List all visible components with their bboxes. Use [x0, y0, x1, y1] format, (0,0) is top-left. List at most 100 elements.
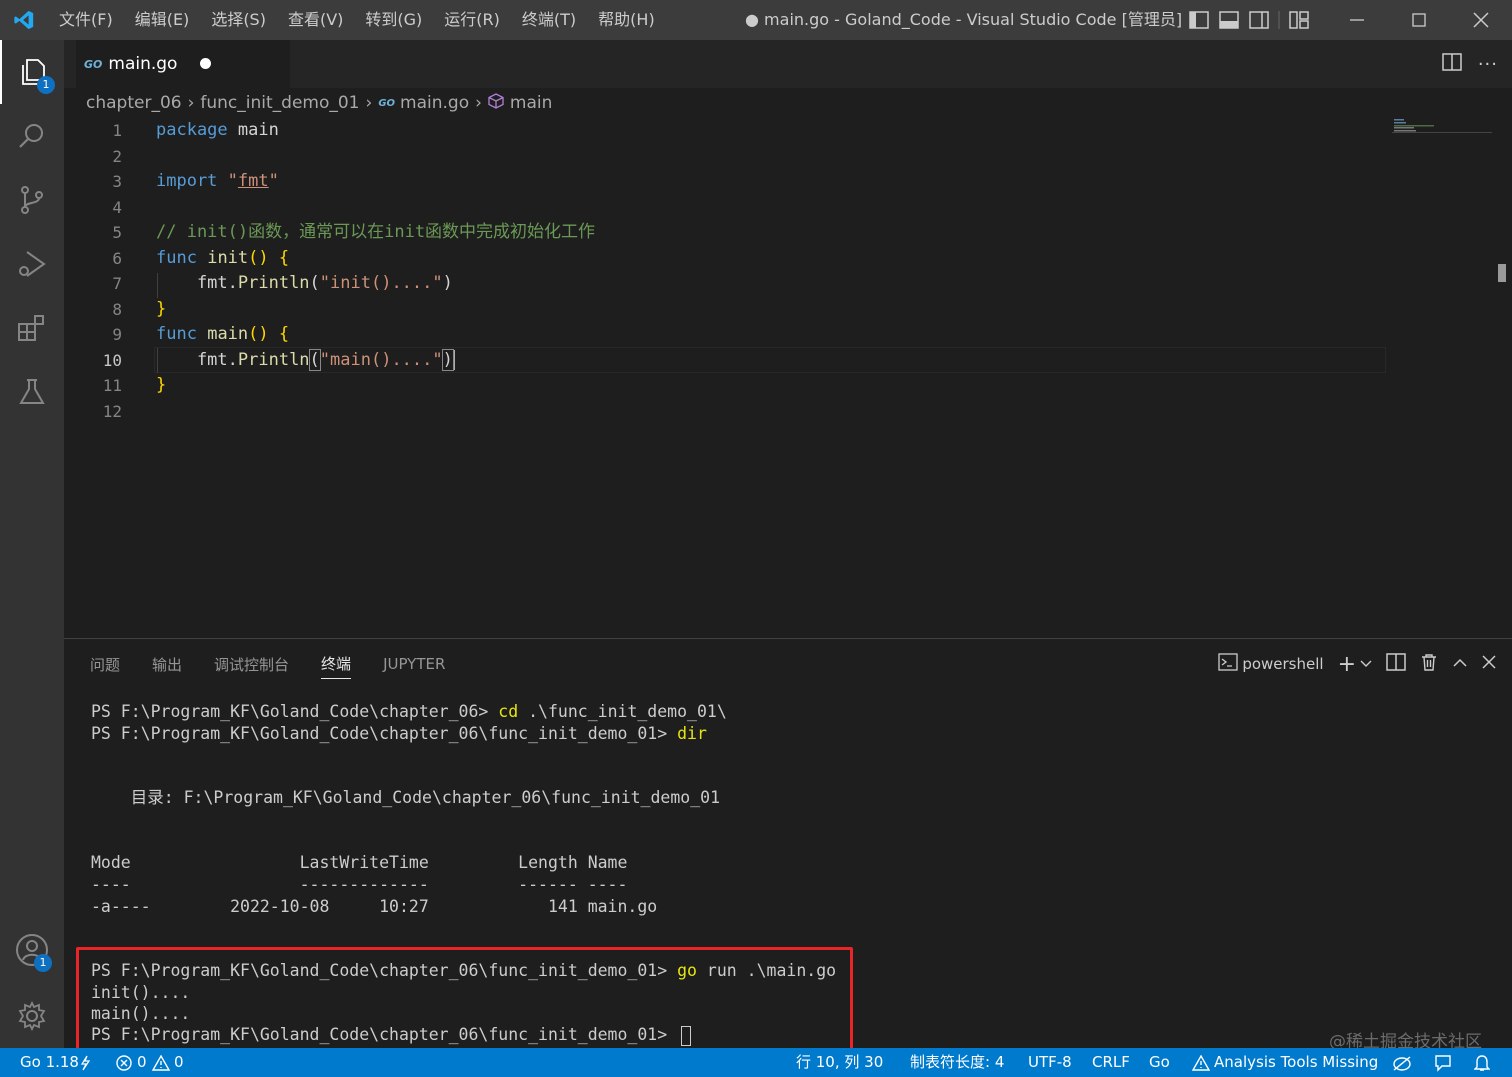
- menu-help[interactable]: 帮助(H): [587, 0, 666, 40]
- breadcrumb-folder-demo[interactable]: func_init_demo_01: [200, 93, 359, 113]
- explorer-badge: 1: [37, 76, 55, 94]
- terminal-shell-label[interactable]: powershell: [1242, 655, 1323, 673]
- menu-run[interactable]: 运行(R): [433, 0, 511, 40]
- editor-tab-bar: GO main.go ···: [64, 40, 1512, 88]
- code-line-9: func main() {: [156, 324, 290, 344]
- search-icon[interactable]: [0, 104, 64, 168]
- terminal-dir-line: 目录: F:\Program_KF\Goland_Code\chapter_06…: [91, 788, 721, 807]
- menu-view[interactable]: 查看(V): [277, 0, 354, 40]
- tab-output[interactable]: 输出: [152, 654, 182, 679]
- minimize-button[interactable]: [1326, 0, 1388, 40]
- terminal-table-dashes: ---- ------------- ------ ----: [91, 875, 628, 894]
- terminal-line: PS F:\Program_KF\Goland_Code\chapter_06\…: [91, 723, 707, 745]
- chevron-right-icon: ›: [365, 93, 373, 113]
- code-line-5-comment: // init()函数，通常可以在init函数中完成初始化工作: [156, 222, 596, 242]
- close-panel-icon[interactable]: [1482, 655, 1496, 673]
- line-number: 1: [112, 121, 122, 140]
- source-control-icon[interactable]: [0, 168, 64, 232]
- activity-bar: 1 1: [0, 40, 64, 1048]
- line-number-active: 10: [102, 350, 122, 370]
- terminal-command: cd: [498, 702, 519, 721]
- breadcrumb-symbol[interactable]: main: [510, 93, 552, 113]
- tab-jupyter[interactable]: JUPYTER: [383, 655, 445, 677]
- terminal-line: PS F:\Program_KF\Goland_Code\chapter_06>…: [91, 701, 727, 723]
- chevron-right-icon: ›: [475, 93, 482, 113]
- menu-bar: 文件(F) 编辑(E) 选择(S) 查看(V) 转到(G) 运行(R) 终端(T…: [48, 0, 666, 40]
- window-title: ● main.go - Goland_Code - Visual Studio …: [745, 10, 1183, 29]
- code-line-8: }: [156, 298, 167, 319]
- status-bar: Go 1.18 0 0 行 10, 列 30 制表符长度: 4 UTF-8 CR…: [0, 1048, 1512, 1077]
- status-language[interactable]: Go: [1149, 1048, 1170, 1077]
- code-line-6: func init() {: [156, 247, 290, 268]
- explorer-icon[interactable]: 1: [0, 40, 64, 104]
- status-eol[interactable]: CRLF: [1092, 1048, 1130, 1077]
- tab-terminal[interactable]: 终端: [321, 653, 352, 679]
- status-go-version[interactable]: Go 1.18: [20, 1048, 79, 1077]
- status-cursor-position[interactable]: 行 10, 列 30: [796, 1048, 883, 1077]
- tab-debug-console[interactable]: 调试控制台: [214, 654, 289, 679]
- line-number: 9: [112, 325, 122, 344]
- terminal-shell-icon: [1218, 653, 1238, 675]
- status-analysis-tools[interactable]: Analysis Tools Missing: [1214, 1048, 1378, 1077]
- customize-layout-icon[interactable]: [1284, 0, 1314, 40]
- line-number: 11: [102, 376, 122, 395]
- chevron-down-icon[interactable]: [1360, 655, 1372, 673]
- analysis-warning-icon[interactable]: [1191, 1048, 1211, 1077]
- tab-label: main.go: [108, 54, 178, 74]
- more-actions-icon[interactable]: ···: [1478, 54, 1498, 75]
- line-number: 7: [112, 274, 122, 293]
- accounts-icon[interactable]: 1: [0, 918, 64, 982]
- lightning-icon[interactable]: [80, 1048, 91, 1077]
- new-terminal-plus-icon[interactable]: +: [1338, 652, 1356, 677]
- extensions-icon[interactable]: [0, 296, 64, 360]
- menu-selection[interactable]: 选择(S): [200, 0, 277, 40]
- testing-icon[interactable]: [0, 360, 64, 424]
- status-warnings-count[interactable]: 0: [174, 1048, 184, 1077]
- tab-main-go[interactable]: GO main.go: [76, 40, 290, 88]
- terminal-command: dir: [677, 724, 707, 743]
- menu-go[interactable]: 转到(G): [354, 0, 433, 40]
- go-file-icon: GO: [378, 97, 396, 109]
- toggle-primary-sidebar-icon[interactable]: [1184, 0, 1214, 40]
- feedback-icon[interactable]: [1434, 1048, 1452, 1077]
- line-number: 2: [112, 146, 122, 166]
- menu-file[interactable]: 文件(F): [48, 0, 124, 40]
- accounts-badge: 1: [34, 954, 52, 972]
- manage-gear-icon[interactable]: [0, 984, 64, 1048]
- status-errors-count[interactable]: 0: [137, 1048, 147, 1077]
- unsaved-dot-icon[interactable]: [200, 58, 211, 69]
- status-encoding[interactable]: UTF-8: [1028, 1048, 1072, 1077]
- run-debug-icon[interactable]: [0, 232, 64, 296]
- trash-icon[interactable]: [1420, 653, 1438, 675]
- notifications-bell-icon[interactable]: [1473, 1048, 1491, 1077]
- warning-icon[interactable]: [151, 1048, 171, 1077]
- minimap[interactable]: [1392, 118, 1496, 138]
- toggle-panel-icon[interactable]: [1214, 0, 1244, 40]
- scrollbar-thumb[interactable]: [1498, 264, 1506, 282]
- vscode-logo-icon: [0, 0, 48, 40]
- menu-edit[interactable]: 编辑(E): [124, 0, 201, 40]
- split-terminal-icon[interactable]: [1386, 653, 1406, 675]
- close-button[interactable]: [1450, 0, 1512, 40]
- code-editor[interactable]: 1 2 3 4 5 6 7 8 9 10 11 12 package main …: [64, 118, 1512, 638]
- cube-symbol-icon: [488, 92, 504, 114]
- toggle-secondary-sidebar-icon[interactable]: [1244, 0, 1274, 40]
- maximize-panel-icon[interactable]: [1452, 655, 1468, 673]
- terminal-prompt: PS F:\Program_KF\Goland_Code\chapter_06>: [91, 702, 499, 721]
- terminal-args: .\func_init_demo_01\: [518, 702, 727, 721]
- breadcrumb-file[interactable]: main.go: [400, 93, 469, 113]
- line-number: 12: [102, 401, 122, 421]
- line-number: 4: [112, 197, 122, 217]
- status-tab-size[interactable]: 制表符长度: 4: [910, 1048, 1004, 1077]
- breadcrumb-folder-chapter[interactable]: chapter_06: [86, 93, 182, 113]
- split-editor-icon[interactable]: [1442, 53, 1462, 75]
- copilot-disabled-icon[interactable]: [1392, 1048, 1412, 1077]
- error-icon[interactable]: [116, 1048, 132, 1077]
- title-bar: 文件(F) 编辑(E) 选择(S) 查看(V) 转到(G) 运行(R) 终端(T…: [0, 0, 1512, 40]
- maximize-button[interactable]: [1388, 0, 1450, 40]
- tab-problems[interactable]: 问题: [90, 654, 120, 679]
- line-number: 5: [112, 223, 122, 242]
- terminal-table-header: Mode LastWriteTime Length Name: [91, 853, 628, 872]
- menu-terminal[interactable]: 终端(T): [511, 0, 587, 40]
- code-line-1: package main: [156, 120, 279, 140]
